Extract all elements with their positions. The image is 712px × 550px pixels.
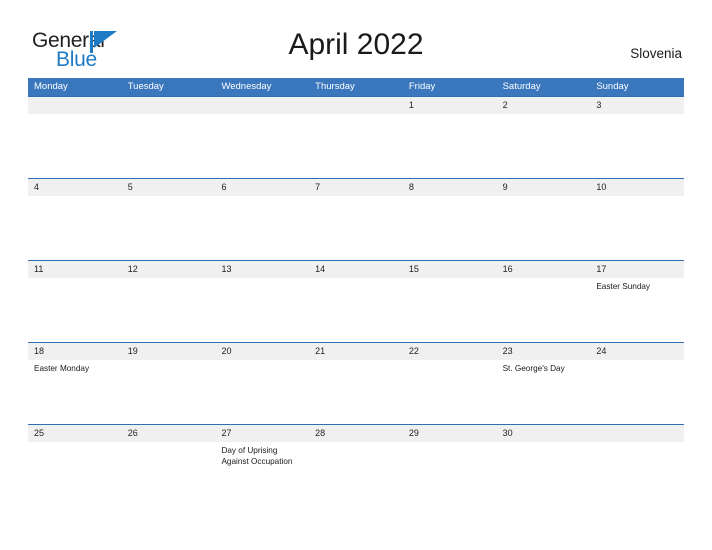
week-date-strip: 4 5 6 7 8 9 10 <box>28 179 684 196</box>
day-event <box>215 360 309 424</box>
day-event <box>497 196 591 260</box>
day-event <box>28 278 122 342</box>
day-number[interactable]: 30 <box>497 425 591 442</box>
day-number[interactable]: 26 <box>122 425 216 442</box>
weekday-header-wednesday: Wednesday <box>221 81 272 92</box>
day-number[interactable]: 5 <box>122 179 216 196</box>
day-number[interactable]: 23 <box>497 343 591 360</box>
day-event <box>590 196 684 260</box>
week-row: 4 5 6 7 8 9 10 <box>28 178 684 260</box>
day-event <box>122 278 216 342</box>
day-event: Easter Monday <box>34 364 90 373</box>
day-event <box>122 196 216 260</box>
calendar-page: General Blue April 2022 Slovenia Monday … <box>0 0 712 550</box>
day-number[interactable] <box>590 425 684 442</box>
day-event: Day of Uprising Against Occupation <box>221 446 293 466</box>
day-number[interactable]: 14 <box>309 261 403 278</box>
day-event <box>590 442 684 506</box>
week-row: 1 2 3 <box>28 96 684 178</box>
day-event <box>309 196 403 260</box>
day-number[interactable] <box>122 97 216 114</box>
day-number[interactable]: 12 <box>122 261 216 278</box>
week-event-strip <box>28 114 684 178</box>
day-event <box>309 278 403 342</box>
week-event-strip <box>28 196 684 260</box>
day-number[interactable]: 4 <box>28 179 122 196</box>
day-event <box>122 114 216 178</box>
weekday-header-tuesday: Tuesday <box>127 81 164 92</box>
week-date-strip: 25 26 27 28 29 30 <box>28 425 684 442</box>
day-event <box>215 278 309 342</box>
day-number[interactable]: 13 <box>215 261 309 278</box>
day-number[interactable]: 20 <box>215 343 309 360</box>
day-event <box>590 360 684 424</box>
day-number[interactable]: 11 <box>28 261 122 278</box>
day-number[interactable]: 2 <box>497 97 591 114</box>
day-number[interactable]: 22 <box>403 343 497 360</box>
day-event <box>403 442 497 506</box>
week-row: 25 26 27 28 29 30 Day of Uprising Agains… <box>28 424 684 506</box>
day-event <box>122 442 216 506</box>
day-number[interactable]: 17 <box>590 261 684 278</box>
day-event <box>497 278 591 342</box>
page-header: General Blue April 2022 Slovenia <box>0 0 712 78</box>
day-number[interactable] <box>215 97 309 114</box>
day-event <box>215 196 309 260</box>
day-number[interactable]: 1 <box>403 97 497 114</box>
day-event <box>309 360 403 424</box>
day-number[interactable]: 15 <box>403 261 497 278</box>
day-number[interactable]: 16 <box>497 261 591 278</box>
weekday-header-monday: Monday <box>34 81 68 92</box>
day-event <box>403 360 497 424</box>
week-event-strip: Day of Uprising Against Occupation <box>28 442 684 506</box>
week-row: 11 12 13 14 15 16 17 Easter Sunday <box>28 260 684 342</box>
day-number[interactable]: 21 <box>309 343 403 360</box>
day-number[interactable] <box>309 97 403 114</box>
week-date-strip: 11 12 13 14 15 16 17 <box>28 261 684 278</box>
day-number[interactable]: 9 <box>497 179 591 196</box>
day-number[interactable]: 19 <box>122 343 216 360</box>
week-date-strip: 18 19 20 21 22 23 24 <box>28 343 684 360</box>
day-number[interactable]: 7 <box>309 179 403 196</box>
day-number[interactable]: 10 <box>590 179 684 196</box>
day-number[interactable]: 25 <box>28 425 122 442</box>
page-title: April 2022 <box>288 28 424 61</box>
weekday-header-thursday: Thursday <box>315 81 355 92</box>
day-event <box>497 442 591 506</box>
day-event: St. George's Day <box>502 364 565 373</box>
day-number[interactable] <box>28 97 122 114</box>
day-event <box>309 114 403 178</box>
calendar-grid: Monday Tuesday Wednesday Thursday Friday… <box>28 78 684 506</box>
day-event <box>403 114 497 178</box>
day-number[interactable]: 8 <box>403 179 497 196</box>
day-event <box>309 442 403 506</box>
week-event-strip: Easter Sunday <box>28 278 684 342</box>
day-event <box>590 114 684 178</box>
weekday-header-sunday: Sunday <box>596 81 629 92</box>
weekday-header-saturday: Saturday <box>502 81 541 92</box>
week-row: 18 19 20 21 22 23 24 Easter Monday St. G… <box>28 342 684 424</box>
day-event <box>403 196 497 260</box>
day-event <box>28 442 122 506</box>
day-event <box>28 196 122 260</box>
day-number[interactable]: 6 <box>215 179 309 196</box>
day-number[interactable]: 27 <box>215 425 309 442</box>
region-label: Slovenia <box>630 46 682 61</box>
day-event: Easter Sunday <box>596 282 651 291</box>
day-number[interactable]: 3 <box>590 97 684 114</box>
day-event <box>215 114 309 178</box>
day-number[interactable]: 18 <box>28 343 122 360</box>
day-event <box>497 114 591 178</box>
weekday-header-friday: Friday <box>408 81 436 92</box>
day-event <box>403 278 497 342</box>
week-event-strip: Easter Monday St. George's Day <box>28 360 684 424</box>
day-event <box>28 114 122 178</box>
day-number[interactable]: 24 <box>590 343 684 360</box>
weekday-header-row: Monday Tuesday Wednesday Thursday Friday… <box>28 78 684 96</box>
week-date-strip: 1 2 3 <box>28 97 684 114</box>
day-number[interactable]: 28 <box>309 425 403 442</box>
day-event <box>122 360 216 424</box>
day-number[interactable]: 29 <box>403 425 497 442</box>
